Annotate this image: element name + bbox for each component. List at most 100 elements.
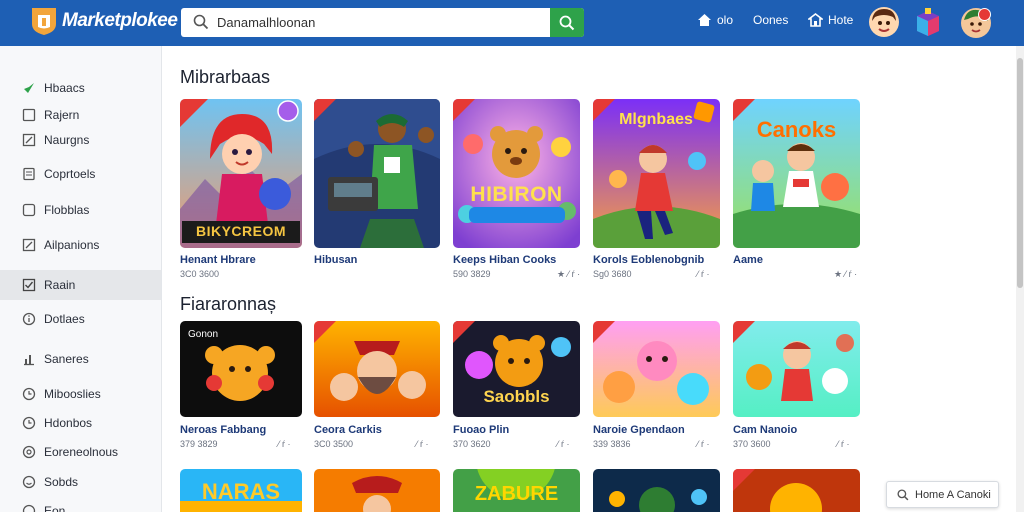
game-thumbnail[interactable]: HIBIRON (453, 99, 580, 248)
sidebar-item-13[interactable]: Eon (0, 496, 161, 512)
sidebar-item-label: Naurgns (44, 133, 90, 147)
game-thumbnail[interactable]: Saobbls (453, 321, 580, 417)
game-rating: ⁄ ŕ · (557, 439, 570, 449)
sidebar-item-label: Eon (44, 504, 66, 512)
sidebar-item-9[interactable]: Mibooslies (0, 379, 161, 409)
search-button[interactable] (550, 8, 584, 37)
store-icon (808, 13, 823, 27)
game-meta: 339 3836 (593, 439, 631, 449)
game-thumbnail[interactable] (314, 469, 440, 512)
square-icon (22, 108, 36, 122)
sidebar-item-label: Mibooslies (44, 387, 101, 401)
game-title[interactable]: Aame (733, 254, 763, 266)
search-input[interactable] (217, 13, 537, 32)
sidebar-item-10[interactable]: Hdonbos (0, 408, 161, 438)
game-meta: 370 3620 (453, 439, 491, 449)
game-thumbnail[interactable] (733, 321, 860, 417)
game-thumbnail[interactable]: ZABURE (453, 469, 580, 512)
brand-name[interactable]: Marketplokee (62, 10, 178, 32)
game-meta: 590 3829 (453, 269, 491, 279)
game-title[interactable]: Naroie Gpendaon (593, 424, 685, 436)
sidebar-item-label: Coprtoels (44, 167, 96, 181)
sidebar-item-3[interactable]: Coprtoels (0, 159, 161, 189)
game-meta: 3C0 3600 (180, 269, 220, 279)
clock-icon (22, 387, 36, 401)
game-meta: 370 3600 (733, 439, 771, 449)
game-rating: ⁄ ŕ · (278, 439, 291, 449)
sidebar-item-label: Hbaacs (44, 81, 85, 95)
settings-icon (22, 445, 36, 459)
search-icon (897, 488, 909, 500)
sidebar-item-4[interactable]: Flobblas (0, 195, 161, 225)
game-thumbnail[interactable] (593, 469, 720, 512)
nav-link-label: Hote (828, 13, 854, 27)
game-title[interactable]: Henant Hbrare (180, 254, 256, 266)
check-icon (24, 83, 34, 93)
clock-icon (22, 504, 36, 512)
search-icon (559, 15, 575, 31)
game-banner-text: ZABURE (474, 483, 559, 505)
game-title[interactable]: Fuoao Plin (453, 424, 509, 436)
home-icon (698, 14, 711, 26)
sidebar-item-label: Saneres (44, 352, 89, 366)
game-banner-text: Saobbls (483, 387, 550, 406)
game-meta: 3C0 3500 (314, 439, 354, 449)
game-thumbnail[interactable] (593, 321, 720, 417)
game-thumbnail[interactable] (314, 321, 440, 417)
gift-box-icon[interactable] (913, 6, 943, 38)
sidebar-item-label: Eoreneolnous (44, 445, 119, 459)
nav-link-home[interactable]: olo (697, 13, 733, 27)
sidebar-item-5[interactable]: Ailpanions (0, 230, 161, 260)
sidebar-item-label: Dotlaes (44, 312, 85, 326)
sidebar-item-8[interactable]: Saneres (0, 344, 161, 374)
game-rating: ⁄ ŕ · (837, 439, 850, 449)
sidebar-item-label: Sobds (44, 475, 79, 489)
game-title[interactable]: Neroas Fabbang (180, 424, 266, 436)
game-banner-text: Canoks (756, 117, 837, 142)
top-navigation-bar: Marketplokee olo Oones Hote (0, 0, 1024, 46)
game-banner-text: HIBIRON (470, 183, 563, 206)
sidebar-item-label: Raain (44, 278, 76, 292)
nav-link-games[interactable]: Oones (753, 13, 788, 27)
game-thumbnail[interactable] (314, 99, 440, 248)
shield-logo-icon[interactable] (30, 6, 58, 36)
game-thumbnail[interactable] (733, 469, 860, 512)
game-meta: 379 3829 (180, 439, 218, 449)
nav-link-label: olo (717, 13, 734, 27)
game-rating: ★ ⁄ ŕ · (834, 269, 858, 279)
info-icon (22, 312, 36, 326)
game-banner-text: NARAS (201, 479, 281, 504)
clock-icon (22, 416, 36, 430)
game-banner-text: Mlgnbaes (619, 111, 693, 128)
game-badge-text: Gonon (188, 329, 218, 340)
game-title[interactable]: Keeps Hiban Cooks (453, 254, 556, 266)
game-rating: ⁄ ŕ · (697, 269, 710, 279)
sidebar-item-label: Hdonbos (44, 416, 93, 430)
game-title[interactable]: Hibusan (314, 254, 357, 266)
sidebar-item-12[interactable]: Sobds (0, 467, 161, 497)
game-rating: ⁄ ŕ · (416, 439, 429, 449)
floating-search-button[interactable]: Home A Canoki (886, 481, 999, 508)
sidebar-item-7[interactable]: Dotlaes (0, 304, 161, 334)
game-thumbnail[interactable]: NARAS (180, 469, 302, 512)
game-title[interactable]: Korols Eoblenobgnib (593, 254, 704, 266)
game-title[interactable]: Ceora Carkis (314, 424, 382, 436)
game-meta: Sg0 3680 (593, 269, 632, 279)
checkbox-icon (22, 278, 36, 292)
sidebar-item-11[interactable]: Eoreneolnous (0, 437, 161, 467)
game-rating: ⁄ ŕ · (697, 439, 710, 449)
sidebar-item-2[interactable]: Naurgns (0, 125, 161, 155)
sidebar-item-0[interactable]: Hbaacs (0, 73, 161, 103)
nav-link-store[interactable]: Hote (808, 13, 853, 27)
user-avatar[interactable] (869, 7, 899, 37)
sidebar-item-6[interactable]: Raain (0, 270, 161, 300)
game-thumbnail[interactable]: Mlgnbaes (593, 99, 720, 248)
game-thumbnail[interactable]: BIKYCREOM (180, 99, 302, 248)
game-title[interactable]: Cam Nanoio (733, 424, 797, 436)
scrollbar-thumb[interactable] (1017, 58, 1023, 288)
edit-icon (22, 133, 36, 147)
section-title: Mibrarbaas (180, 67, 271, 87)
game-thumbnail[interactable]: Gonon (180, 321, 302, 417)
game-thumbnail[interactable]: Canoks (733, 99, 860, 248)
page-scrollbar[interactable] (1016, 46, 1024, 512)
